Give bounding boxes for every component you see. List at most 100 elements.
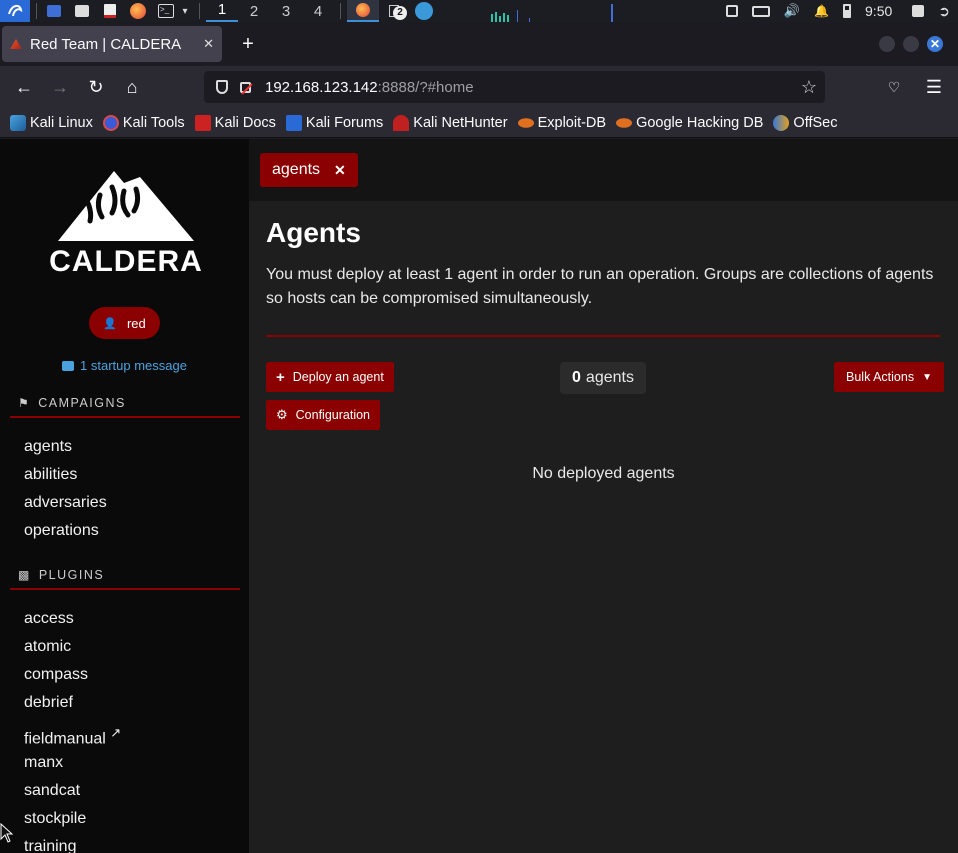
bookmark-exploit-db[interactable]: Exploit-DB: [517, 115, 606, 131]
kali-dragon-icon: [10, 114, 26, 131]
editor-icon[interactable]: [99, 0, 121, 22]
task-count-badge: 2: [393, 6, 407, 20]
nav-fieldmanual[interactable]: fieldmanual ↗: [24, 717, 121, 749]
notification-bell-icon[interactable]: 🔔: [814, 4, 829, 18]
lock-icon[interactable]: [912, 5, 925, 17]
bookmarks-bar: Kali Linux Kali Tools Kali Docs Kali For…: [0, 108, 958, 138]
chat-bubble-icon: [62, 360, 75, 371]
flag-icon: ⚑: [18, 396, 31, 410]
bookmark-star-icon[interactable]: ☆: [801, 77, 817, 98]
nav-debrief[interactable]: debrief: [24, 689, 121, 717]
main-content: agents ✕ Agents You must deploy at least…: [249, 139, 958, 853]
page-description: You must deploy at least 1 agent in orde…: [266, 266, 934, 307]
logo-text: CALDERA: [49, 245, 203, 278]
pocket-icon[interactable]: ♡: [876, 71, 912, 103]
reload-icon[interactable]: ↻: [78, 71, 114, 103]
screen-icon[interactable]: [725, 5, 738, 17]
new-tab-button[interactable]: +: [236, 33, 260, 56]
nav-operations[interactable]: operations: [24, 517, 107, 545]
bookmark-kali-tools[interactable]: Kali Tools: [102, 114, 185, 131]
workspace-4[interactable]: 4: [302, 3, 334, 20]
agent-count-label: agents: [585, 369, 634, 386]
nav-adversaries[interactable]: adversaries: [24, 489, 107, 517]
campaigns-heading: ⚑ CAMPAIGNS: [10, 396, 240, 418]
workspace-1[interactable]: 1: [206, 0, 238, 22]
mouse-cursor-icon: [0, 823, 14, 843]
insecure-lock-icon[interactable]: [240, 81, 253, 95]
home-icon[interactable]: ⌂: [114, 71, 150, 103]
tab-title: Red Team | CALDERA: [30, 35, 182, 53]
files-icon[interactable]: [71, 0, 93, 22]
nav-sandcat[interactable]: sandcat: [24, 777, 121, 805]
user-button[interactable]: 👤 red: [89, 307, 160, 339]
logout-icon[interactable]: ➲: [938, 3, 950, 20]
agents-tab-chip[interactable]: agents ✕: [260, 153, 358, 187]
nav-manx[interactable]: manx: [24, 749, 121, 777]
nav-agents[interactable]: agents: [24, 433, 107, 461]
menu-hamburger-icon[interactable]: ☰: [916, 71, 952, 103]
page-title: Agents: [266, 217, 361, 248]
bookmark-kali-docs[interactable]: Kali Docs: [194, 114, 276, 131]
back-arrow-icon[interactable]: ←: [6, 71, 42, 103]
chevron-down-icon: ▼: [922, 371, 932, 383]
caldera-favicon-icon: [10, 39, 22, 49]
external-link-icon: ↗: [110, 725, 122, 740]
caldera-logo[interactable]: CALDERA: [48, 169, 204, 279]
shield-icon[interactable]: [216, 80, 228, 94]
nav-abilities[interactable]: abilities: [24, 461, 107, 489]
close-icon[interactable]: ✕: [334, 162, 346, 179]
clock[interactable]: 9:50: [865, 3, 892, 19]
url-path: :8888/?#home: [377, 78, 474, 96]
configuration-button[interactable]: ⚙ Configuration: [266, 400, 381, 430]
user-icon: 👤: [103, 317, 117, 330]
puzzle-icon: ▩: [18, 568, 31, 582]
close-tab-icon[interactable]: ✕: [203, 36, 214, 52]
document-task-icon[interactable]: 2: [379, 0, 409, 22]
bookmark-offsec[interactable]: OffSec: [773, 114, 837, 131]
bookmark-kali-nethunter[interactable]: Kali NetHunter: [393, 114, 508, 131]
nethunter-icon: [393, 114, 410, 131]
nav-training[interactable]: training: [24, 833, 121, 853]
keyboard-icon[interactable]: [751, 5, 770, 17]
bookmark-google-hacking-db[interactable]: Google Hacking DB: [616, 115, 763, 131]
bookmark-kali-forums[interactable]: Kali Forums: [285, 114, 383, 131]
bulk-actions-dropdown[interactable]: Bulk Actions ▼: [834, 362, 944, 392]
volume-icon[interactable]: 🔊: [784, 3, 800, 19]
mountain-logo-icon: CALDERA: [49, 171, 203, 278]
agent-count-value: 0: [572, 369, 581, 386]
workspace-2[interactable]: 2: [238, 3, 270, 20]
system-taskbar: >_ ▾ 1 2 3 4 2 🔊 🔔 9:50 ➲: [0, 0, 958, 22]
kali-forums-icon: [285, 114, 302, 131]
chevron-down-icon[interactable]: ▾: [177, 0, 193, 22]
minimize-window-button[interactable]: [879, 36, 895, 52]
nav-compass[interactable]: compass: [24, 661, 121, 689]
startup-message-link[interactable]: 1 startup message: [0, 358, 249, 373]
workspace-3[interactable]: 3: [270, 3, 302, 20]
ghdb-icon: [616, 117, 633, 128]
campaigns-menu: agents abilities adversaries operations: [24, 433, 107, 545]
empty-state-message: No deployed agents: [532, 465, 675, 482]
firefox-icon[interactable]: [127, 0, 149, 22]
close-window-button[interactable]: ✕: [927, 36, 943, 52]
battery-icon[interactable]: [843, 4, 852, 18]
sidebar: CALDERA 👤 red 1 startup message ⚑ CAMPAI…: [0, 139, 249, 853]
agent-count-badge: 0 agents: [560, 362, 646, 394]
desktop-icon[interactable]: [43, 0, 65, 22]
agents-tab-label: agents: [272, 161, 321, 178]
open-tabs-strip: agents ✕: [249, 139, 958, 201]
wireshark-task-icon[interactable]: [409, 0, 439, 22]
divider: [266, 335, 940, 337]
nav-atomic[interactable]: atomic: [24, 633, 121, 661]
browser-tab[interactable]: Red Team | CALDERA ✕: [2, 26, 222, 62]
maximize-window-button[interactable]: [903, 36, 919, 52]
kali-menu-icon[interactable]: [0, 0, 30, 22]
plus-icon: +: [276, 368, 285, 386]
bookmark-kali-linux[interactable]: Kali Linux: [10, 114, 93, 131]
forward-arrow-icon[interactable]: →: [42, 71, 78, 103]
url-bar[interactable]: 192.168.123.142:8888/?#home ☆: [204, 71, 825, 103]
nav-access[interactable]: access: [24, 605, 121, 633]
nav-stockpile[interactable]: stockpile: [24, 805, 121, 833]
deploy-agent-button[interactable]: + Deploy an agent: [266, 362, 394, 392]
terminal-icon[interactable]: >_: [155, 0, 177, 22]
firefox-task-icon[interactable]: [347, 0, 379, 22]
